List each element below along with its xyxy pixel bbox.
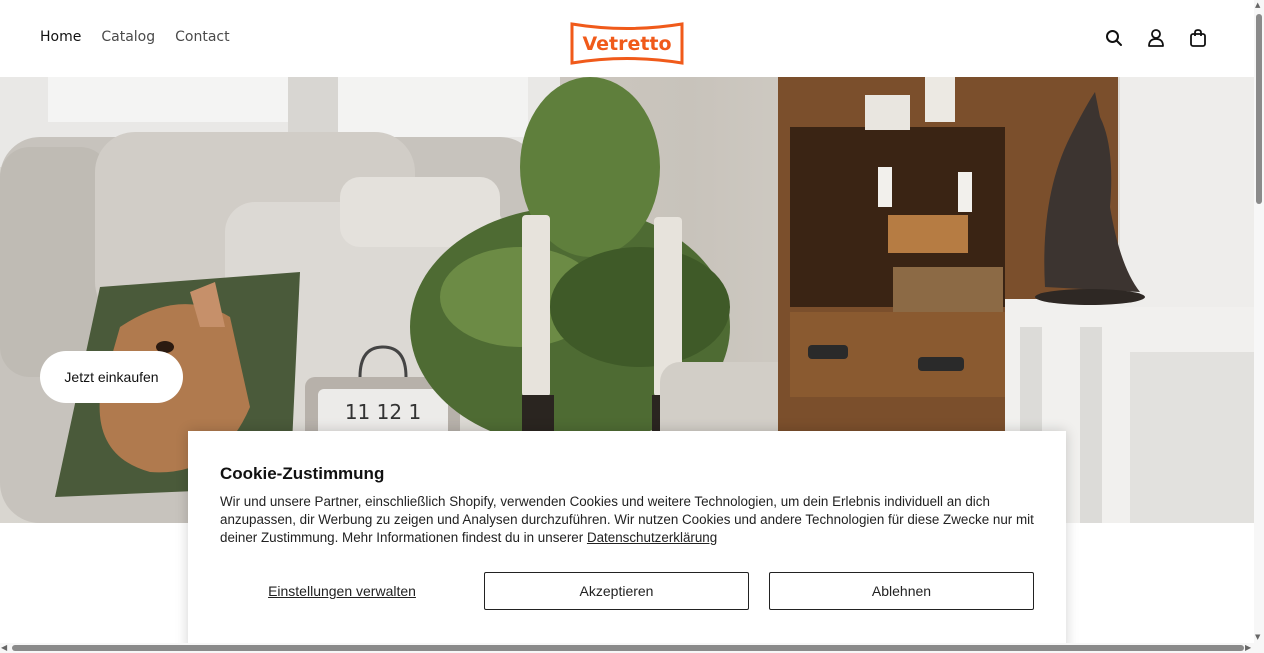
- nav-contact[interactable]: Contact: [175, 29, 229, 45]
- privacy-policy-link[interactable]: Datenschutzerklärung: [587, 530, 717, 545]
- scroll-left-arrow-icon[interactable]: ◀: [1, 643, 7, 652]
- manage-settings-link[interactable]: Einstellungen verwalten: [220, 572, 464, 610]
- cookie-consent-dialog: Cookie-Zustimmung Wir und unsere Partner…: [188, 431, 1066, 653]
- main-nav: Home Catalog Contact: [40, 29, 230, 45]
- vetretto-logo[interactable]: Vetretto: [569, 21, 685, 66]
- scroll-up-arrow-icon[interactable]: ▲: [1255, 1, 1260, 9]
- nav-catalog[interactable]: Catalog: [101, 29, 155, 45]
- cookie-text: Wir und unsere Partner, einschließlich S…: [220, 493, 1042, 547]
- cookie-title: Cookie-Zustimmung: [220, 464, 385, 483]
- site-header: Home Catalog Contact Vetretto: [0, 0, 1254, 77]
- scroll-right-arrow-icon[interactable]: ▶: [1245, 643, 1251, 652]
- shop-now-button[interactable]: Jetzt einkaufen: [40, 351, 183, 403]
- horizontal-scrollbar[interactable]: ◀ ▶: [0, 643, 1254, 653]
- logo-text: Vetretto: [582, 33, 671, 55]
- vertical-scroll-thumb[interactable]: [1256, 14, 1262, 204]
- decline-button[interactable]: Ablehnen: [769, 572, 1034, 610]
- nav-home[interactable]: Home: [40, 29, 81, 45]
- accept-button[interactable]: Akzeptieren: [484, 572, 749, 610]
- search-icon[interactable]: [1104, 28, 1124, 48]
- clock-numerals: 11 12 1: [345, 400, 421, 424]
- cart-icon[interactable]: [1188, 28, 1208, 48]
- horizontal-scroll-thumb[interactable]: [12, 645, 1244, 651]
- scroll-down-arrow-icon[interactable]: ▼: [1255, 633, 1260, 641]
- header-icons: [1104, 28, 1208, 48]
- vertical-scrollbar[interactable]: ▲ ▼: [1254, 0, 1264, 653]
- account-icon[interactable]: [1146, 28, 1166, 48]
